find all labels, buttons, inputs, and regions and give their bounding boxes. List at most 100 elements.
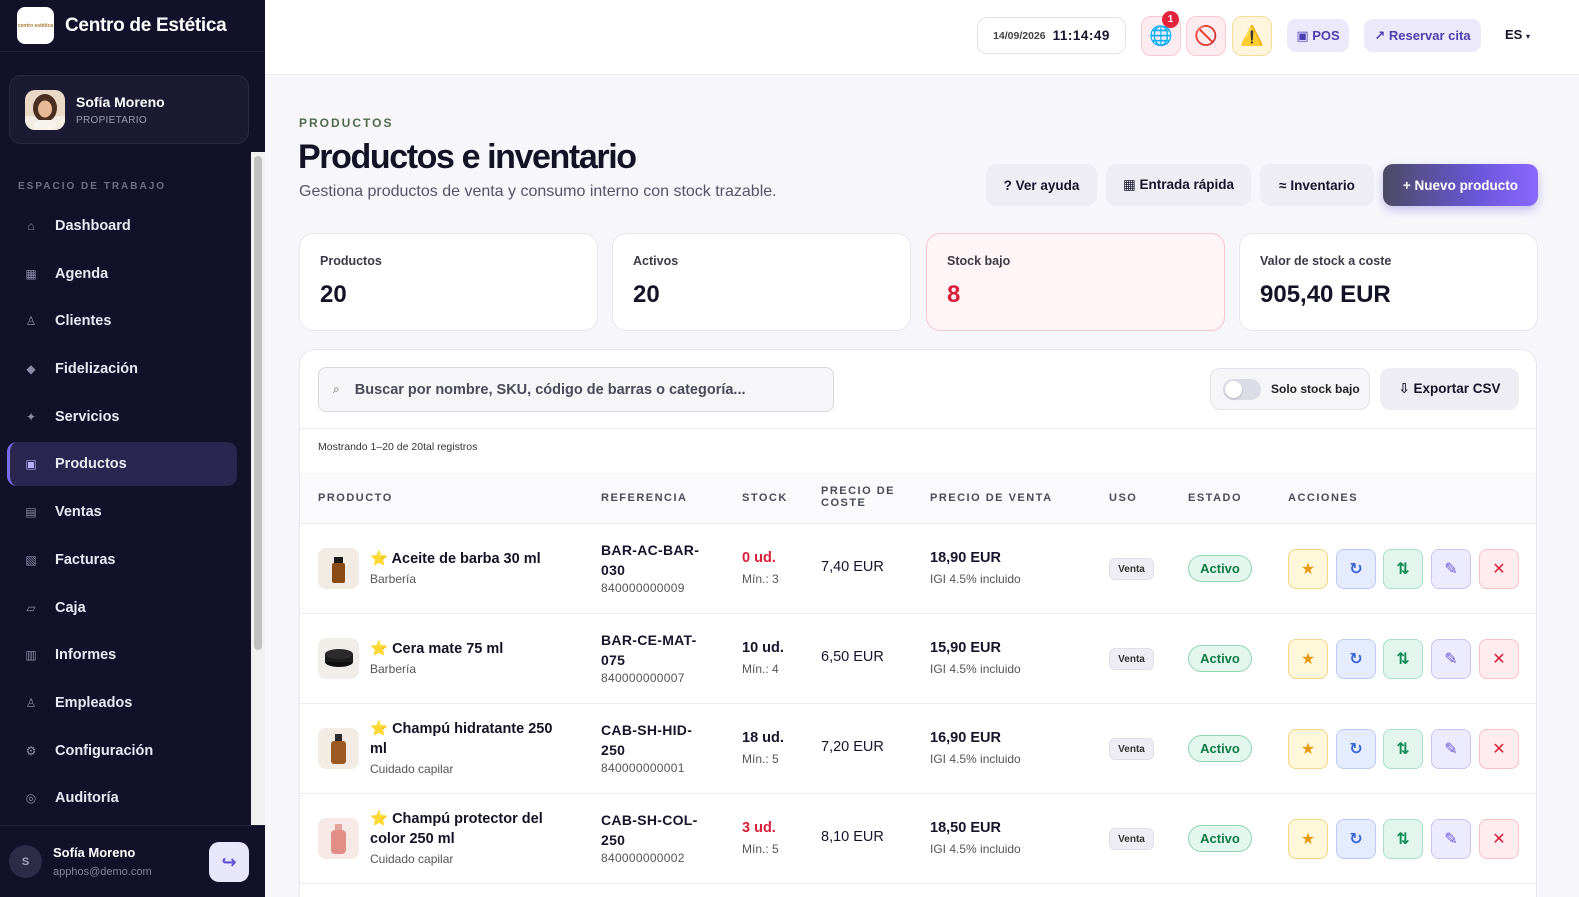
logout-button[interactable]: ↪ [209,842,249,882]
sidebar-item-caja[interactable]: ▱ Caja [7,586,237,630]
help-button[interactable]: ? Ver ayuda [986,164,1097,206]
favorite-button[interactable]: ★ [1288,729,1328,769]
search-box[interactable]: ⌕ [318,367,834,412]
restock-button[interactable]: ↻ [1336,639,1376,679]
export-csv-button[interactable]: ⇩ Exportar CSV [1380,368,1519,410]
col-cost-price[interactable]: PRECIO DE COSTE [821,485,901,509]
stock-movement-button[interactable]: ⇅ [1383,549,1423,589]
product-stock: 18 ud. [742,730,784,746]
col-reference[interactable]: REFERENCIA [601,492,688,504]
search-input[interactable] [354,381,815,398]
inventory-button[interactable]: ≈ Inventario [1260,164,1374,206]
new-product-button[interactable]: + Nuevo producto [1383,164,1538,206]
col-stock[interactable]: STOCK [742,492,788,504]
records-count: Mostrando 1–20 de 20tal registros [318,441,478,453]
sidebar-item-informes[interactable]: ▥ Informes [7,633,237,677]
audit-icon: ◎ [25,791,37,806]
status-badge: Activo [1188,825,1252,852]
brand-title: Centro de Estética [65,14,227,36]
product-reference: BAR-AC-BAR-030 [601,542,700,578]
warning-icon: ⚠️ [1240,26,1264,47]
restock-button[interactable]: ↻ [1336,549,1376,589]
product-thumbnail [318,638,359,679]
sidebar-item-productos[interactable]: ▣ Productos [7,442,237,487]
profile-card[interactable]: Sofía Moreno PROPIETARIO [9,75,249,144]
product-name[interactable]: ⭐ Champú hidratante 250 ml [370,719,560,759]
product-barcode: 840000000002 [601,851,685,865]
table-row[interactable]: ⭐ Cera mate 75 ml Barbería BAR-CE-MAT-07… [300,614,1536,704]
warnings-button[interactable]: ⚠️ [1232,16,1272,56]
pos-button[interactable]: ▣ POS [1287,19,1349,52]
sidebar-item-configuracion[interactable]: ⚙ Configuración [7,729,237,773]
reserve-appointment-button[interactable]: ↗ Reservar cita [1364,19,1481,52]
stock-movement-button[interactable]: ⇅ [1383,639,1423,679]
sidebar-item-servicios[interactable]: ✦ Servicios [7,395,237,439]
close-icon: ✕ [1492,831,1506,848]
restock-button[interactable]: ↻ [1336,729,1376,769]
product-cost: 7,40 EUR [821,559,884,575]
col-use[interactable]: USO [1109,492,1137,504]
brand-logo: centro estética [17,7,54,44]
favorite-button[interactable]: ★ [1288,639,1328,679]
delete-button[interactable]: ✕ [1479,729,1519,769]
stock-movement-button[interactable]: ⇅ [1383,729,1423,769]
favorite-button[interactable]: ★ [1288,549,1328,589]
restock-button[interactable]: ↻ [1336,819,1376,859]
close-icon: ✕ [1492,651,1506,668]
product-name[interactable]: ⭐ Champú protector del color 250 ml [370,809,560,849]
sidebar-scrollbar-thumb[interactable] [254,156,262,650]
table-row[interactable]: ⭐ Champú hidratante 250 ml Cuidado capil… [300,704,1536,794]
product-barcode: 840000000001 [601,761,685,775]
current-date: 14/09/2026 [993,29,1046,42]
sidebar-item-empleados[interactable]: ♙ Empleados [7,681,237,725]
edit-button[interactable]: ✎ [1431,549,1471,589]
product-category: Cuidado capilar [370,762,454,776]
sidebar-item-dashboard[interactable]: ⌂ Dashboard [7,204,237,248]
sidebar-item-agenda[interactable]: ▦ Agenda [7,252,237,296]
low-stock-toggle[interactable] [1223,378,1261,400]
footer-avatar: S [9,845,42,878]
table-row[interactable]: ⭐ Aceite de barba 30 ml Barbería BAR-AC-… [300,524,1536,614]
language-selector[interactable]: ES ▾ [1505,27,1530,42]
col-sale-price[interactable]: PRECIO DE VENTA [930,492,1053,504]
stat-card-low-stock: Stock bajo 8 [926,233,1225,331]
online-status-button[interactable]: 🌐 1 [1141,11,1181,56]
sidebar-item-facturas[interactable]: ▧ Facturas [7,538,237,582]
use-badge: Venta [1109,558,1154,580]
delete-button[interactable]: ✕ [1479,549,1519,589]
delete-button[interactable]: ✕ [1479,819,1519,859]
favorite-button[interactable]: ★ [1288,819,1328,859]
product-barcode: 840000000009 [601,581,685,595]
stock-movement-button[interactable]: ⇅ [1383,819,1423,859]
low-stock-filter[interactable]: Solo stock bajo [1210,368,1370,410]
product-name[interactable]: ⭐ Aceite de barba 30 ml [370,549,560,569]
sparkle-icon: ✦ [25,409,37,424]
sidebar-scrollbar[interactable] [251,152,265,825]
home-icon: ⌂ [27,219,35,233]
product-name[interactable]: ⭐ Cera mate 75 ml [370,639,560,659]
search-icon: ⌕ [333,382,340,396]
table-row[interactable]: ⭐ Champú protector del color 250 ml Cuid… [300,794,1536,884]
edit-button[interactable]: ✎ [1431,819,1471,859]
edit-button[interactable]: ✎ [1431,639,1471,679]
close-icon: ✕ [1492,741,1506,758]
product-barcode: 840000000007 [601,671,685,685]
product-reference: BAR-CE-MAT-075 [601,632,697,668]
page-eyebrow: PRODUCTOS [299,116,394,130]
blocked-button[interactable]: 🚫 [1186,16,1226,56]
delete-button[interactable]: ✕ [1479,639,1519,679]
col-status[interactable]: ESTADO [1188,492,1242,504]
brand[interactable]: centro estética Centro de Estética [0,0,265,52]
sidebar-nav: ⌂ Dashboard ▦ Agenda ♙ Clientes ◆ Fidelizaci… [7,204,237,824]
profile-name: Sofía Moreno [76,93,165,110]
edit-button[interactable]: ✎ [1431,729,1471,769]
chevron-down-icon: ▾ [1525,32,1530,41]
product-price: 15,90 EUR [930,640,1001,656]
col-product[interactable]: PRODUCTO [318,492,393,504]
product-category: Barbería [370,662,417,676]
sidebar-item-ventas[interactable]: ▤ Ventas [7,490,237,534]
sidebar-item-auditoria[interactable]: ◎ Auditoría [7,776,237,820]
quick-entry-button[interactable]: ▦ Entrada rápida [1106,164,1251,206]
sidebar-item-clientes[interactable]: ♙ Clientes [7,299,237,343]
sidebar-item-fidelizacion[interactable]: ◆ Fidelización [7,347,237,391]
